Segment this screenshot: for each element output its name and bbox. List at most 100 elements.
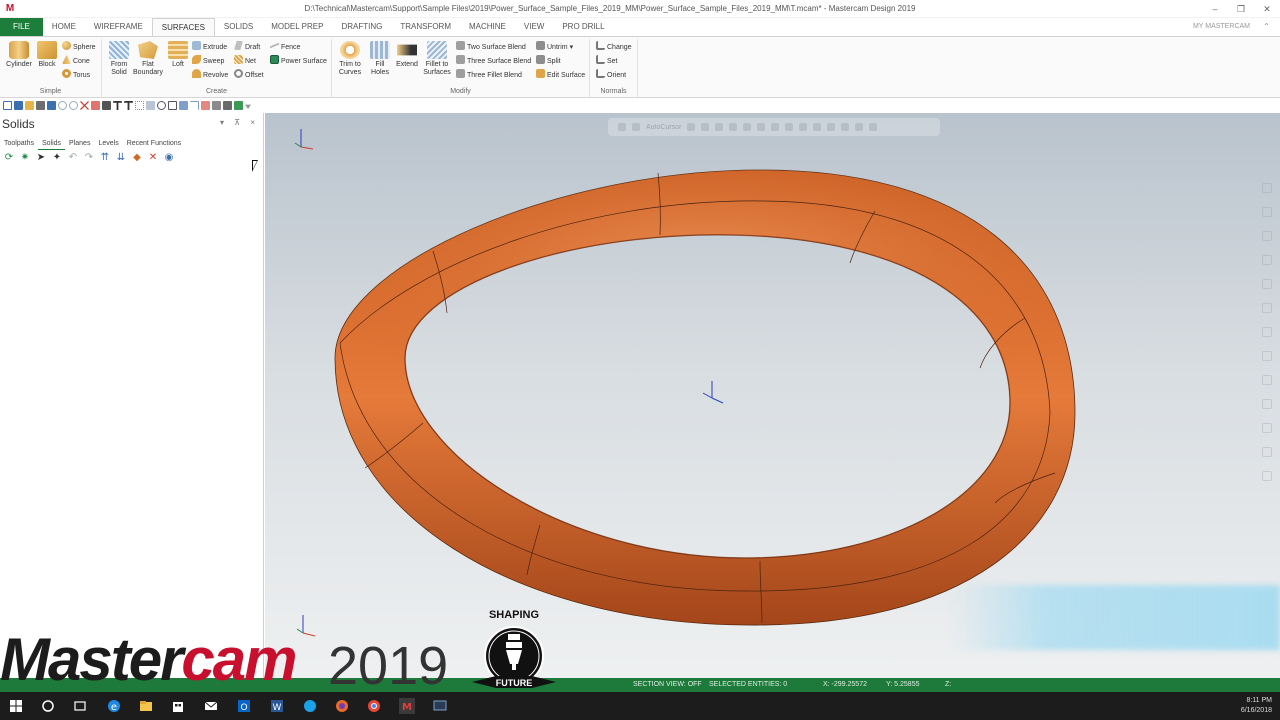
draft-button[interactable]: Draft (234, 41, 260, 53)
edge-browser-icon[interactable]: e (106, 698, 122, 714)
redo-icon[interactable] (69, 101, 78, 110)
set-normal-button[interactable]: Set (596, 55, 618, 67)
regenerate-icon[interactable]: ⟳ (3, 152, 15, 164)
my-mastercam-link[interactable]: MY MASTERCAM (1193, 18, 1250, 36)
delete-duplicates-icon[interactable] (91, 101, 100, 110)
change-normal-button[interactable]: Change (596, 41, 632, 53)
hidden-view-icon[interactable] (1262, 447, 1272, 457)
task-view-icon[interactable] (72, 698, 88, 714)
pan-icon[interactable] (1262, 255, 1272, 265)
clear-colors-icon[interactable] (1262, 471, 1272, 481)
tab-pro-drill[interactable]: PRO DRILL (553, 18, 613, 36)
analyze-icon[interactable] (102, 101, 111, 110)
mastercam-taskbar-icon[interactable]: M (399, 698, 415, 714)
undo-panel-icon[interactable]: ↶ (67, 152, 79, 164)
trim-to-curves-button[interactable]: Trim to Curves (334, 41, 366, 77)
extend-button[interactable]: Extend (394, 41, 420, 69)
help-icon[interactable]: ◉ (163, 152, 175, 164)
fillet-to-surfaces-button[interactable]: Fillet to Surfaces (420, 41, 454, 77)
flat-boundary-button[interactable]: Flat Boundary (132, 41, 164, 77)
text-icon[interactable] (113, 101, 122, 110)
minimize-button[interactable]: – (1202, 0, 1228, 18)
tab-wireframe[interactable]: WIREFRAME (85, 18, 152, 36)
screen-recorder-icon[interactable] (432, 698, 448, 714)
cone-button[interactable]: Cone (62, 55, 90, 67)
three-fillet-blend-button[interactable]: Three Fillet Blend (456, 69, 522, 81)
customize-toolbar-icon[interactable] (245, 104, 251, 110)
mail-icon[interactable] (203, 698, 219, 714)
move-up-icon[interactable]: ⇈ (99, 152, 111, 164)
tab-solids[interactable]: SOLIDS (215, 18, 262, 36)
panel-controls[interactable]: ▾ ⊼ × (220, 118, 259, 127)
collapse-ribbon-icon[interactable]: ⌃ (1263, 18, 1270, 36)
solid-icon[interactable]: ◆ (131, 152, 143, 164)
torus-button[interactable]: Torus (62, 69, 90, 81)
zoom-out-icon[interactable] (1262, 207, 1272, 217)
split-button[interactable]: Split (536, 55, 561, 67)
cylinder-button[interactable]: Cylinder (4, 41, 34, 69)
outlook-icon[interactable]: O (236, 698, 252, 714)
taskbar-clock[interactable]: 8:11 PM 6/16/2018 (1241, 696, 1272, 716)
tab-file[interactable]: FILE (0, 18, 43, 36)
grid-icon[interactable] (135, 101, 144, 110)
skype-icon[interactable] (302, 698, 318, 714)
sweep-button[interactable]: Sweep (192, 55, 224, 67)
front-view-icon[interactable] (1262, 351, 1272, 361)
measure-icon[interactable] (179, 101, 188, 110)
panel-tab-solids[interactable]: Solids (37, 139, 66, 150)
print-icon[interactable] (36, 101, 45, 110)
panel-tab-recent-functions[interactable]: Recent Functions (123, 139, 185, 150)
regenerate-all-icon[interactable]: ✷ (19, 152, 31, 164)
select-icon[interactable]: ➤ (35, 152, 47, 164)
offset-button[interactable]: Offset (234, 69, 264, 81)
open-folder-icon[interactable] (25, 101, 34, 110)
rotate-icon[interactable] (1262, 231, 1272, 241)
fence-button[interactable]: Fence (270, 41, 300, 53)
zoom-in-icon[interactable] (1262, 183, 1272, 193)
break-icon[interactable] (212, 101, 221, 110)
file-explorer-icon[interactable] (138, 698, 154, 714)
panel-tab-levels[interactable]: Levels (94, 139, 122, 150)
fit-view-icon[interactable] (1262, 279, 1272, 289)
firefox-icon[interactable] (334, 698, 350, 714)
restore-button[interactable]: ❐ (1228, 0, 1254, 18)
word-icon[interactable]: W (269, 698, 285, 714)
store-icon[interactable] (170, 698, 186, 714)
undo-icon[interactable] (58, 101, 67, 110)
delete-icon[interactable] (80, 101, 89, 110)
fit-icon[interactable] (168, 101, 177, 110)
move-down-icon[interactable]: ⇊ (115, 152, 127, 164)
untrim-button[interactable]: Untrim ▾ (536, 41, 573, 53)
chrome-icon[interactable] (366, 698, 382, 714)
section-view-status[interactable]: SECTION VIEW: OFF (633, 678, 702, 692)
panel-tab-toolpaths[interactable]: Toolpaths (0, 139, 38, 150)
refresh-icon[interactable] (234, 101, 243, 110)
tab-view[interactable]: VIEW (515, 18, 553, 36)
block-button[interactable]: Block (34, 41, 60, 69)
extrude-button[interactable]: Extrude (192, 41, 227, 53)
tab-model-prep[interactable]: MODEL PREP (262, 18, 332, 36)
isometric-icon[interactable] (1262, 303, 1272, 313)
zoom-icon[interactable] (157, 101, 166, 110)
untrim-dropdown-icon[interactable]: ▾ (568, 44, 574, 51)
close-button[interactable]: ✕ (1254, 0, 1280, 18)
three-surface-blend-button[interactable]: Three Surface Blend (456, 55, 531, 67)
orient-normal-button[interactable]: Orient (596, 69, 626, 81)
from-solid-button[interactable]: From Solid (106, 41, 132, 77)
wireframe-view-icon[interactable] (1262, 399, 1272, 409)
tab-surfaces[interactable]: SURFACES (151, 18, 215, 36)
tab-drafting[interactable]: DRAFTING (332, 18, 391, 36)
save-icon[interactable] (14, 101, 23, 110)
net-button[interactable]: Net (234, 55, 256, 67)
layers-icon[interactable] (146, 101, 155, 110)
two-surface-blend-button[interactable]: Two Surface Blend (456, 41, 526, 53)
dimension-icon[interactable] (124, 101, 133, 110)
redo-panel-icon[interactable]: ↷ (83, 152, 95, 164)
tab-machine[interactable]: MACHINE (460, 18, 515, 36)
tab-home[interactable]: HOME (43, 18, 85, 36)
close-toolbar-icon[interactable] (201, 101, 210, 110)
graphics-viewport[interactable]: AutoCursor (265, 113, 1280, 678)
new-file-icon[interactable] (3, 101, 12, 110)
shaded-view-icon[interactable] (1262, 423, 1272, 433)
select-all-icon[interactable]: ✦ (51, 152, 63, 164)
